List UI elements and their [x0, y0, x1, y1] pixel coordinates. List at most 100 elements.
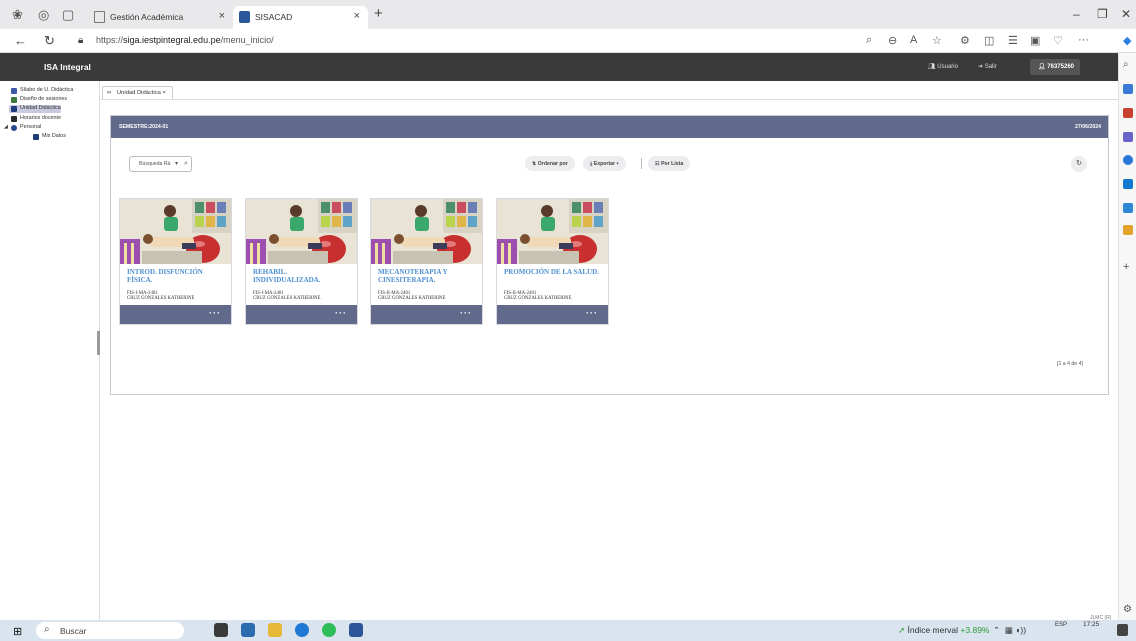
course-title[interactable]: PROMOCIÓN DE LA SALUD.: [504, 268, 604, 276]
outlook-icon[interactable]: [1123, 179, 1133, 189]
tools-icon[interactable]: [1123, 203, 1133, 213]
profile-icon[interactable]: ❀: [12, 7, 23, 23]
system-tray[interactable]: ⌃ ▦ ◖)): [993, 625, 1026, 636]
address-bar: ← ↻ 🔒︎ https://siga.iestpintegral.edu.pe…: [0, 29, 1136, 53]
whatsapp-icon[interactable]: [322, 623, 336, 637]
drop-icon[interactable]: [1123, 225, 1133, 235]
search-input[interactable]: Búsqueda Rá ▾ ⌕: [129, 156, 192, 172]
zoom-icon[interactable]: ⊖: [888, 34, 897, 47]
url-field[interactable]: https://siga.iestpintegral.edu.pe/menu_i…: [96, 35, 274, 45]
tag-icon[interactable]: [1123, 84, 1133, 94]
word-icon[interactable]: [349, 623, 363, 637]
course-title[interactable]: INTROD. DISFUNCIÓN FÍSICA.: [127, 268, 227, 284]
sort-button[interactable]: ⇅ Ordenar por: [525, 156, 575, 171]
course-image[interactable]: [371, 199, 482, 264]
course-image[interactable]: [497, 199, 608, 264]
restore-icon[interactable]: ❐: [1097, 7, 1108, 21]
sidebar-item-horarios[interactable]: Horarios docente: [11, 115, 61, 123]
sidebar-item-mis-datos[interactable]: Mis Datos: [33, 133, 66, 141]
edge-browser-icon[interactable]: [295, 623, 309, 637]
people-icon[interactable]: [1123, 132, 1133, 142]
browser-essentials-icon[interactable]: ♡: [1053, 34, 1063, 47]
tab-sisacad[interactable]: SISACAD ×: [233, 6, 368, 29]
favorites-icon[interactable]: ☰: [1008, 34, 1018, 47]
tab-strip: ❀ ◎ ▢ Gestión Académica × SISACAD × + – …: [0, 0, 1136, 29]
more-options-icon[interactable]: ···: [460, 308, 472, 318]
course-card[interactable]: MECANOTERAPIA Y CINESITERAPIA. FIS-II-MA-…: [370, 198, 483, 325]
course-image[interactable]: [120, 199, 231, 264]
page-tab-unidad[interactable]: ∞ Unidad Didáctica ×: [102, 86, 173, 99]
shopping-icon[interactable]: [1123, 108, 1133, 118]
new-tab-icon[interactable]: +: [374, 5, 383, 22]
more-options-icon[interactable]: ···: [335, 308, 347, 318]
notifications-icon[interactable]: [1117, 624, 1128, 636]
favorite-star-icon[interactable]: ☆: [932, 34, 942, 47]
taskbar-search-input[interactable]: ⌕ Buscar: [36, 622, 184, 639]
expand-arrow-icon[interactable]: ◢: [4, 124, 8, 130]
tree-icon: [11, 97, 17, 103]
lock-icon[interactable]: 🔒︎: [78, 35, 83, 46]
course-thumbnail-image: [371, 199, 482, 264]
tab-title: SISACAD: [255, 12, 293, 22]
chevron-up-icon[interactable]: ⌃: [993, 625, 1000, 635]
volume-icon[interactable]: ◖)): [1015, 625, 1026, 635]
close-icon[interactable]: ×: [354, 10, 360, 22]
split-screen-icon[interactable]: ◫: [984, 34, 994, 47]
course-card[interactable]: REHABIL. INDIVIDUALIZADA. FIS-I-MA-2401 CR…: [245, 198, 358, 325]
read-aloud-icon[interactable]: A: [910, 34, 917, 46]
market-change: +3.89%: [960, 625, 990, 635]
logout-link[interactable]: ➜ Salir: [978, 63, 997, 70]
more-options-icon[interactable]: ···: [209, 308, 221, 318]
id-card-icon: [33, 134, 39, 140]
course-card[interactable]: PROMOCIÓN DE LA SALUD. FIS-II-MA-2401 CRUZ…: [496, 198, 609, 325]
sidebar-item-silabo[interactable]: Sílabo de U. Didáctica: [11, 87, 73, 95]
search-icon[interactable]: ⌕: [184, 160, 188, 168]
user-badge[interactable]: 👤︎ 76375260: [1030, 59, 1080, 75]
close-icon[interactable]: ×: [219, 10, 225, 22]
course-card[interactable]: INTROD. DISFUNCIÓN FÍSICA. FIS-I-MA-2401 C…: [119, 198, 232, 325]
more-options-icon[interactable]: ···: [586, 308, 598, 318]
windows-start-icon[interactable]: ⊞: [13, 625, 22, 638]
search-icon[interactable]: ⌕: [1123, 59, 1129, 70]
office-icon[interactable]: [1123, 155, 1133, 165]
add-icon[interactable]: +: [1123, 261, 1129, 273]
collections-icon[interactable]: ▣: [1030, 34, 1040, 47]
brand-title[interactable]: ISA Integral: [44, 62, 91, 72]
minimize-icon[interactable]: –: [1073, 7, 1080, 21]
sidebar-item-personal[interactable]: ◢ Personal: [4, 124, 41, 132]
card-footer: ···: [371, 305, 482, 324]
person-icon: 👤︎: [1038, 64, 1048, 70]
market-widget[interactable]: ➚ Índice merval +3.89%: [898, 625, 990, 636]
list-view-button[interactable]: ☷ Por Lista: [648, 156, 691, 171]
close-window-icon[interactable]: ✕: [1121, 7, 1131, 21]
sidebar-item-unidad[interactable]: Unidad Didáctica: [9, 105, 61, 113]
course-title[interactable]: REHABIL. INDIVIDUALIZADA.: [253, 268, 353, 284]
extensions-icon[interactable]: ⚙: [960, 34, 970, 47]
tab-actions-icon[interactable]: ▢: [62, 7, 74, 23]
sidebar-item-diseno[interactable]: Diseño de sesiones: [11, 96, 67, 104]
workspaces-icon[interactable]: ◎: [38, 7, 49, 23]
clock[interactable]: 17:25: [1083, 621, 1099, 629]
course-image[interactable]: [246, 199, 357, 264]
user-link[interactable]: 👥︎ Usuario: [928, 63, 958, 70]
person-icon: [11, 125, 17, 131]
search-page-icon[interactable]: ⌕: [866, 34, 872, 47]
more-options-icon[interactable]: ···: [1078, 34, 1089, 46]
settings-icon[interactable]: ⚙: [1123, 604, 1132, 615]
task-view-icon[interactable]: [214, 623, 228, 637]
store-icon[interactable]: [241, 623, 255, 637]
export-label: Exportar: [593, 161, 616, 167]
panel-date: 27/06/2024: [1075, 124, 1101, 130]
refresh-icon[interactable]: ↻: [44, 33, 55, 49]
course-title[interactable]: MECANOTERAPIA Y CINESITERAPIA.: [378, 268, 478, 284]
language-indicator[interactable]: ESP: [1055, 621, 1067, 629]
tab-gestion-academica[interactable]: Gestión Académica ×: [88, 6, 233, 29]
network-icon[interactable]: ▦: [1005, 625, 1013, 635]
copilot-icon[interactable]: ◆: [1123, 34, 1131, 47]
file-explorer-icon[interactable]: [268, 623, 282, 637]
back-icon[interactable]: ←: [14, 33, 27, 48]
dropdown-arrow-icon[interactable]: ▾: [175, 160, 178, 167]
export-button[interactable]: ⤓ Exportar ▾: [583, 156, 626, 171]
close-icon[interactable]: ×: [162, 90, 165, 96]
refresh-button[interactable]: ↻: [1071, 156, 1087, 172]
